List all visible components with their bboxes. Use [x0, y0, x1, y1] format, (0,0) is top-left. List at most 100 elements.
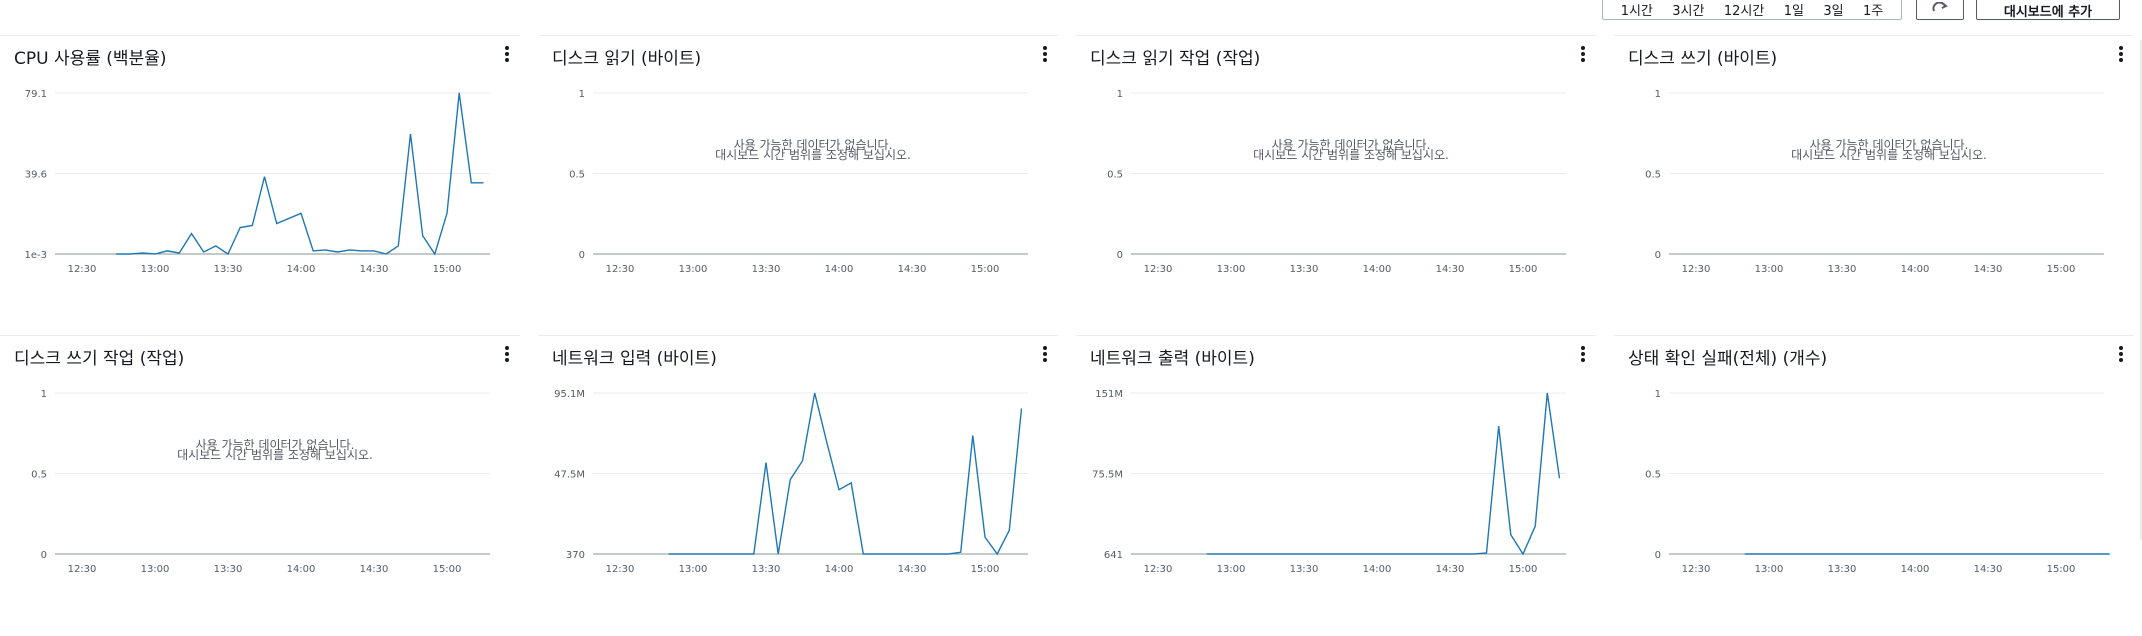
x-tick-label: 14:00	[287, 264, 316, 275]
x-tick-label: 13:00	[679, 564, 708, 575]
x-tick-label: 13:30	[1828, 264, 1857, 275]
line-chart: 1 0.5 0 12:30 13:00 13:30 14:00 14:30 15:00	[1645, 89, 2104, 275]
y-tick-label: 1	[1655, 89, 1661, 100]
y-tick-label: 0.5	[1645, 170, 1661, 181]
dashboard-toolbar: 1시간 3시간 12시간 1일 3일 1주 대시보드에 추가	[1602, 0, 2142, 22]
range-1d-button[interactable]: 1일	[1784, 0, 1804, 19]
x-tick-label: 12:30	[68, 264, 97, 275]
y-tick-label: 0	[41, 550, 47, 561]
metric-panel: 디스크 읽기 (바이트) 1 0.5 0 12:30 13:00 13:30 14:00 14:…	[538, 35, 1058, 326]
x-tick-label: 13:30	[214, 564, 243, 575]
x-tick-label: 14:30	[1436, 564, 1465, 575]
x-tick-label: 13:00	[1755, 564, 1784, 575]
x-tick-label: 12:30	[1682, 564, 1711, 575]
x-tick-label: 13:00	[1217, 564, 1246, 575]
x-tick-label: 15:00	[971, 264, 1000, 275]
metric-panel: 네트워크 출력 (바이트) 151M 75.5M 641 12:30 13:00 13:30…	[1076, 335, 1596, 626]
line-chart: 151M 75.5M 641 12:30 13:00 13:30 14:00 14:30 15:…	[1092, 389, 1566, 575]
no-data-message: 사용 가능한 데이터가 없습니다. 대시보드 시간 범위를 조정해 보십시오.	[1774, 139, 2004, 162]
x-tick-label: 14:00	[1901, 264, 1930, 275]
y-tick-label: 0	[579, 250, 585, 261]
y-tick-label: 1	[41, 389, 47, 400]
x-tick-label: 15:00	[971, 564, 1000, 575]
x-tick-label: 13:30	[752, 564, 781, 575]
line-chart: 1 0.5 0 12:30 13:00 13:30 14:00 14:30 15:00	[1645, 389, 2110, 575]
metric-panel: 디스크 쓰기 작업 (작업) 1 0.5 0 12:30 13:00 13:30 14:00 1…	[0, 335, 520, 626]
no-data-line2: 대시보드 시간 범위를 조정해 보십시오.	[1791, 148, 1987, 162]
x-tick-label: 13:30	[1828, 564, 1857, 575]
line-chart: 95.1M 47.5M 370 12:30 13:00 13:30 14:00 14:30 15…	[554, 389, 1028, 575]
metric-panel: 네트워크 입력 (바이트) 95.1M 47.5M 370 12:30 13:00 13:3…	[538, 335, 1058, 626]
x-tick-label: 12:30	[68, 564, 97, 575]
range-1h-button[interactable]: 1시간	[1621, 0, 1653, 19]
x-tick-label: 12:30	[1144, 264, 1173, 275]
x-tick-label: 15:00	[2047, 264, 2076, 275]
y-tick-label: 0	[1655, 250, 1661, 261]
x-tick-label: 14:00	[825, 264, 854, 275]
y-tick-label: 0.5	[569, 170, 585, 181]
y-tick-label: 95.1M	[554, 389, 585, 400]
x-tick-label: 15:00	[433, 564, 462, 575]
y-tick-label: 1	[579, 89, 585, 100]
x-tick-label: 12:30	[1144, 564, 1173, 575]
y-tick-label: 47.5M	[554, 470, 585, 481]
x-tick-label: 14:00	[825, 564, 854, 575]
metric-panel: 디스크 쓰기 (바이트) 1 0.5 0 12:30 13:00 13:30 14:00 14:…	[1614, 35, 2134, 326]
line-chart: 1 0.5 0 12:30 13:00 13:30 14:00 14:30 15:00	[569, 89, 1028, 275]
x-tick-label: 15:00	[2047, 564, 2076, 575]
x-tick-label: 14:30	[1974, 564, 2003, 575]
y-tick-label: 370	[566, 550, 585, 561]
y-tick-label: 1	[1655, 389, 1661, 400]
no-data-message: 사용 가능한 데이터가 없습니다. 대시보드 시간 범위를 조정해 보십시오.	[160, 439, 390, 462]
y-tick-label: 75.5M	[1092, 470, 1123, 481]
x-tick-label: 14:00	[287, 564, 316, 575]
x-tick-label: 14:30	[360, 264, 389, 275]
y-tick-label: 39.6	[25, 170, 47, 181]
line-chart: 79.1 39.6 1e-3 12:30 13:00 13:30 14:00 14:30 15:…	[25, 89, 490, 275]
metric-panel: 상태 확인 실패(전체) (개수) 1 0.5 0 12:30 13:00 13:30 14:…	[1614, 335, 2134, 626]
no-data-line2: 대시보드 시간 범위를 조정해 보십시오.	[1253, 148, 1449, 162]
y-tick-label: 151M	[1095, 389, 1123, 400]
range-1w-button[interactable]: 1주	[1863, 0, 1883, 19]
x-tick-label: 13:30	[752, 264, 781, 275]
range-12h-button[interactable]: 12시간	[1724, 0, 1764, 19]
x-tick-label: 14:00	[1901, 564, 1930, 575]
x-tick-label: 13:30	[214, 264, 243, 275]
y-tick-label: 79.1	[25, 89, 47, 100]
x-tick-label: 14:30	[898, 564, 927, 575]
y-tick-label: 0.5	[31, 470, 47, 481]
x-tick-label: 12:30	[606, 264, 635, 275]
x-tick-label: 15:00	[1509, 564, 1538, 575]
line-chart: 1 0.5 0 12:30 13:00 13:30 14:00 14:30 15:00	[31, 389, 490, 575]
y-tick-label: 1e-3	[25, 250, 48, 261]
x-tick-label: 12:30	[606, 564, 635, 575]
refresh-icon	[1932, 2, 1948, 12]
no-data-line2: 대시보드 시간 범위를 조정해 보십시오.	[177, 448, 373, 462]
y-tick-label: 0	[1117, 250, 1123, 261]
x-tick-label: 14:00	[1363, 564, 1392, 575]
x-tick-label: 13:30	[1290, 264, 1319, 275]
range-3d-button[interactable]: 3일	[1823, 0, 1843, 19]
refresh-button[interactable]	[1916, 0, 1964, 20]
x-tick-label: 14:30	[1974, 264, 2003, 275]
x-tick-label: 13:00	[141, 564, 170, 575]
no-data-line2: 대시보드 시간 범위를 조정해 보십시오.	[715, 148, 911, 162]
x-tick-label: 14:30	[360, 564, 389, 575]
y-tick-label: 0.5	[1107, 170, 1123, 181]
line-chart: 1 0.5 0 12:30 13:00 13:30 14:00 14:30 15:00	[1107, 89, 1566, 275]
add-to-dashboard-button[interactable]: 대시보드에 추가	[1976, 0, 2120, 20]
x-tick-label: 14:00	[1363, 264, 1392, 275]
no-data-message: 사용 가능한 데이터가 없습니다. 대시보드 시간 범위를 조정해 보십시오.	[1236, 139, 1466, 162]
x-tick-label: 14:30	[898, 264, 927, 275]
x-tick-label: 14:30	[1436, 264, 1465, 275]
x-tick-label: 15:00	[1509, 264, 1538, 275]
x-tick-label: 12:30	[1682, 264, 1711, 275]
y-tick-label: 0	[1655, 550, 1661, 561]
x-tick-label: 13:00	[1217, 264, 1246, 275]
metric-panel: CPU 사용률 (백분율) 79.1 39.6 1e-3 12:30 13:00 13:30…	[0, 35, 520, 326]
x-tick-label: 13:00	[679, 264, 708, 275]
range-3h-button[interactable]: 3시간	[1672, 0, 1704, 19]
x-tick-label: 15:00	[433, 264, 462, 275]
y-tick-label: 0.5	[1645, 470, 1661, 481]
y-tick-label: 1	[1117, 89, 1123, 100]
